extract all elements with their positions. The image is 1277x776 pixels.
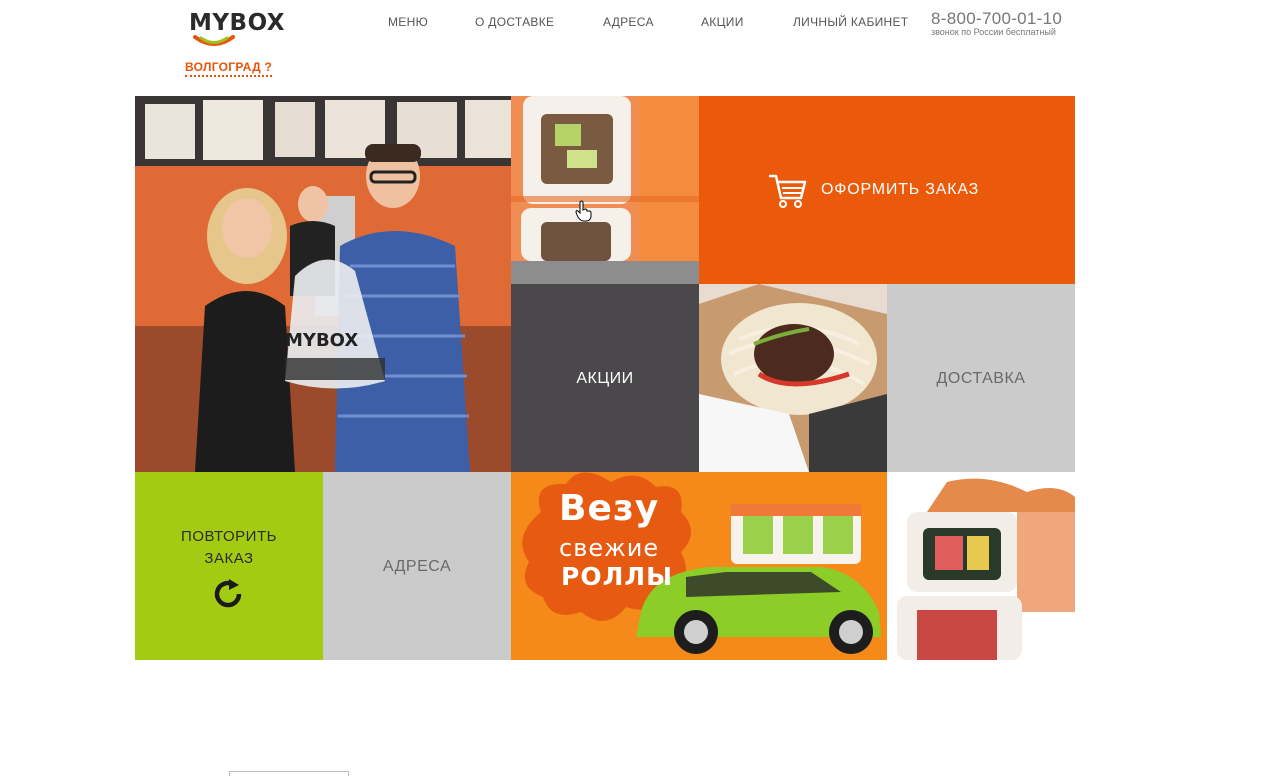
nav-delivery-info[interactable]: О ДОСТАВКЕ xyxy=(475,15,554,29)
cart-icon xyxy=(769,174,807,208)
repeat-order-label: ПОВТОРИТЬ ЗАКАЗ xyxy=(135,526,323,570)
bag-logo-text: MYBOX xyxy=(285,330,358,351)
logo-text: MYBOX xyxy=(189,10,286,36)
addresses-label: АДРЕСА xyxy=(382,558,452,575)
logo-smile-icon xyxy=(193,35,235,46)
nav-addresses[interactable]: АДРЕСА xyxy=(603,15,654,29)
gray-strip xyxy=(511,261,699,284)
sushi-rolls-photo xyxy=(887,472,1075,660)
nav-promotions[interactable]: АКЦИИ xyxy=(701,15,744,29)
banner-word-3: РОЛЛЫ xyxy=(561,562,674,591)
couple-photo: MYBOX xyxy=(135,96,511,472)
bottom-widget xyxy=(229,771,349,776)
banner-word-1: Везу xyxy=(559,488,660,529)
delivery-tile[interactable]: ДОСТАВКА xyxy=(887,284,1075,472)
order-label[interactable]: ОФОРМИТЬ ЗАКАЗ xyxy=(821,181,979,199)
banner-word-2: свежие xyxy=(559,534,660,562)
phone-note: звонок по России бесплатный xyxy=(931,27,1056,37)
repeat-order-tile[interactable]: ПОВТОРИТЬ ЗАКАЗ xyxy=(135,472,323,660)
addresses-tile[interactable]: АДРЕСА xyxy=(323,472,511,660)
promotions-label: АКЦИИ xyxy=(576,370,634,387)
nav-account[interactable]: ЛИЧНЫЙ КАБИНЕТ xyxy=(793,15,908,29)
sushi-roll-photo xyxy=(511,96,699,261)
hand-cursor-icon xyxy=(575,200,592,222)
repeat-order-label-line2: ЗАКАЗ xyxy=(204,550,254,567)
noodle-box-photo xyxy=(699,284,887,472)
delivery-label: ДОСТАВКА xyxy=(936,370,1026,387)
promotions-tile[interactable]: АКЦИИ xyxy=(511,284,699,472)
nav-menu[interactable]: МЕНЮ xyxy=(388,15,428,29)
repeat-order-label-line1: ПОВТОРИТЬ xyxy=(181,528,277,545)
logo[interactable]: MYBOX xyxy=(189,10,299,50)
photo-tile: MYBOX xyxy=(135,96,511,472)
promo-banner[interactable]: Везу свежие РОЛЛЫ xyxy=(511,472,887,660)
phone-number: 8-800-700-01-10 xyxy=(931,9,1063,28)
repeat-icon xyxy=(214,579,242,608)
city-selector[interactable]: ВОЛГОГРАД ? xyxy=(185,60,273,77)
